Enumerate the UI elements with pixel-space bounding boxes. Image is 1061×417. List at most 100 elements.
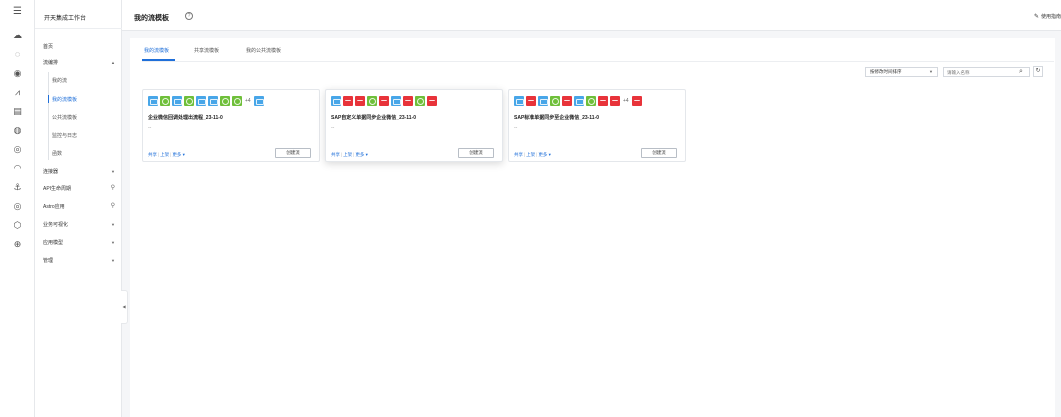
search-input[interactable] <box>943 67 1030 77</box>
connector-icon <box>415 96 425 106</box>
connector-icons: +4 <box>514 96 644 106</box>
page-title: 我的流模板 <box>134 15 169 22</box>
connector-icon <box>538 96 548 106</box>
globe-icon[interactable]: ⊕ <box>12 239 23 250</box>
action-separator: | <box>524 152 526 157</box>
connector-icon <box>343 96 353 106</box>
tab-shared-templates[interactable]: 共享流模板 <box>194 47 219 59</box>
refresh-button[interactable]: ↻ <box>1033 66 1043 77</box>
sidebar-item-app-template[interactable]: 应用模型 <box>43 239 63 246</box>
submenu-line <box>48 72 49 160</box>
document-icon[interactable]: ▤ <box>12 106 23 117</box>
anchor-icon[interactable]: ⚓ <box>12 182 23 193</box>
help-icon[interactable]: ? <box>185 12 193 20</box>
external-link-icon[interactable]: ⚲ <box>111 202 115 209</box>
connector-icon <box>550 96 560 106</box>
chevron-down-icon[interactable]: ▼ <box>111 258 115 263</box>
sort-select-value: 按修改时间排序 <box>870 69 902 74</box>
cloud-storage-icon[interactable]: ◠ <box>12 163 23 174</box>
sidebar-item-connectors[interactable]: 连接器 <box>43 168 58 175</box>
mountain-icon[interactable]: ⩘ <box>12 87 23 98</box>
card-description: -- <box>331 125 335 131</box>
card-actions: 共享|上架|更多 ▾ <box>514 152 551 158</box>
page-header: 我的流模板 ? ✎ 使用指南 <box>122 0 1061 31</box>
sidebar-collapse-button[interactable]: ◀ <box>121 290 128 324</box>
connector-icon <box>355 96 365 106</box>
template-card[interactable]: +4 企业微信回调处理出流程_23-11-0 -- 共享|上架|更多 ▾ 创建流 <box>142 89 320 162</box>
create-flow-button[interactable]: 创建流 <box>641 148 677 158</box>
card-actions: 共享|上架|更多 ▾ <box>331 152 368 158</box>
share-link[interactable]: 共享 <box>148 152 157 157</box>
sidebar-nav: 开天集成工作台 首页 流编排 ▲ 我的流 我的流模板 公共流模板 监控与日志 函… <box>35 0 122 417</box>
chevron-down-icon[interactable]: ▼ <box>111 240 115 245</box>
sidebar-item-my-flows[interactable]: 我的流 <box>52 77 67 84</box>
chevron-up-icon[interactable]: ▲ <box>111 60 115 65</box>
cloud-sync-icon[interactable]: ◍ <box>12 125 23 136</box>
menu-icon[interactable]: ☰ <box>12 6 23 17</box>
template-tabs: 我的流模板 共享流模板 我的公共流模板 <box>142 47 1054 62</box>
sidebar-item-public-templates[interactable]: 公共流模板 <box>52 114 77 121</box>
chevron-down-icon[interactable]: ▾ <box>181 152 185 157</box>
target-icon[interactable]: ◎ <box>12 201 23 212</box>
connector-icon <box>148 96 158 106</box>
search-icon[interactable]: ⌕ <box>1019 67 1023 77</box>
connector-icon <box>514 96 524 106</box>
sidebar-item-my-templates[interactable]: 我的流模板 <box>52 96 77 103</box>
sidebar-item-api-lifecycle[interactable]: API生命周期 <box>43 185 71 192</box>
cloud-outline-icon[interactable]: ◌ <box>12 49 23 60</box>
more-dropdown[interactable]: 更多 <box>355 152 364 157</box>
action-separator: | <box>341 152 343 157</box>
chevron-down-icon: ▼ <box>929 69 933 74</box>
cube-icon[interactable]: ⬡ <box>12 220 23 231</box>
tab-my-templates[interactable]: 我的流模板 <box>144 47 169 59</box>
publish-link[interactable]: 上架 <box>160 152 169 157</box>
workspace-title: 开天集成工作台 <box>44 16 87 22</box>
chevron-down-icon[interactable]: ▾ <box>547 152 551 157</box>
create-flow-button[interactable]: 创建流 <box>275 148 311 158</box>
external-link-icon[interactable]: ⚲ <box>111 184 115 191</box>
connector-icon <box>208 96 218 106</box>
chevron-down-icon[interactable]: ▼ <box>111 222 115 227</box>
connector-icon <box>631 96 642 106</box>
sidebar-item-flow-center[interactable]: 流编排 <box>43 59 58 66</box>
create-flow-button[interactable]: 创建流 <box>458 148 494 158</box>
card-title: SAP自定义单据同步企业微信_23-11-0 <box>331 115 417 121</box>
share-link[interactable]: 共享 <box>514 152 523 157</box>
chevron-down-icon[interactable]: ▼ <box>111 169 115 174</box>
sidebar-item-astro-apps[interactable]: Astro应用 <box>43 203 65 210</box>
sidebar-item-functions[interactable]: 函数 <box>52 150 62 157</box>
connector-icon <box>526 96 536 106</box>
publish-link[interactable]: 上架 <box>343 152 352 157</box>
sort-select[interactable]: 按修改时间排序 ▼ <box>865 67 938 77</box>
connector-icon <box>562 96 572 106</box>
template-card[interactable]: +4 SAP标准单据同步至企业微信_23-11-0 -- 共享|上架|更多 ▾ 创建流 <box>508 89 686 162</box>
more-dropdown[interactable]: 更多 <box>172 152 181 157</box>
action-separator: | <box>158 152 160 157</box>
cloud-icon[interactable]: ☁ <box>12 30 23 41</box>
card-actions: 共享|上架|更多 ▾ <box>148 152 185 158</box>
publish-link[interactable]: 上架 <box>526 152 535 157</box>
connector-icon <box>220 96 230 106</box>
usage-guide-link[interactable]: ✎ 使用指南 <box>1034 13 1061 20</box>
card-description: -- <box>514 125 518 131</box>
sidebar-item-monitor-logs[interactable]: 监控与日志 <box>52 132 77 139</box>
hdd-icon[interactable]: ◎ <box>12 144 23 155</box>
connector-icon <box>172 96 182 106</box>
more-dropdown[interactable]: 更多 <box>538 152 547 157</box>
active-indicator <box>48 95 49 103</box>
sidebar-item-home[interactable]: 首页 <box>43 43 53 50</box>
share-link[interactable]: 共享 <box>331 152 340 157</box>
sidebar-item-business-visual[interactable]: 业务可视化 <box>43 221 68 228</box>
icon-rail: ☰ ☁ ◌ ◉ ⩘ ▤ ◍ ◎ ◠ ⚓ ◎ ⬡ ⊕ <box>0 0 35 417</box>
database-icon[interactable]: ◉ <box>12 68 23 79</box>
tab-my-public-templates[interactable]: 我的公共流模板 <box>246 47 281 59</box>
template-card[interactable]: SAP自定义单据同步企业微信_23-11-0 -- 共享|上架|更多 ▾ 创建流 <box>325 89 503 162</box>
connector-icon <box>403 96 413 106</box>
more-connectors-count: +4 <box>623 98 629 104</box>
main-panel: 我的流模板 共享流模板 我的公共流模板 按修改时间排序 ▼ ⌕ ↻ +4 企业微信… <box>130 38 1055 417</box>
sidebar-item-manage[interactable]: 管理 <box>43 257 53 264</box>
connector-icon <box>331 96 341 106</box>
chevron-down-icon[interactable]: ▾ <box>364 152 368 157</box>
more-connectors-count: +4 <box>245 98 251 104</box>
card-description: -- <box>148 125 152 131</box>
